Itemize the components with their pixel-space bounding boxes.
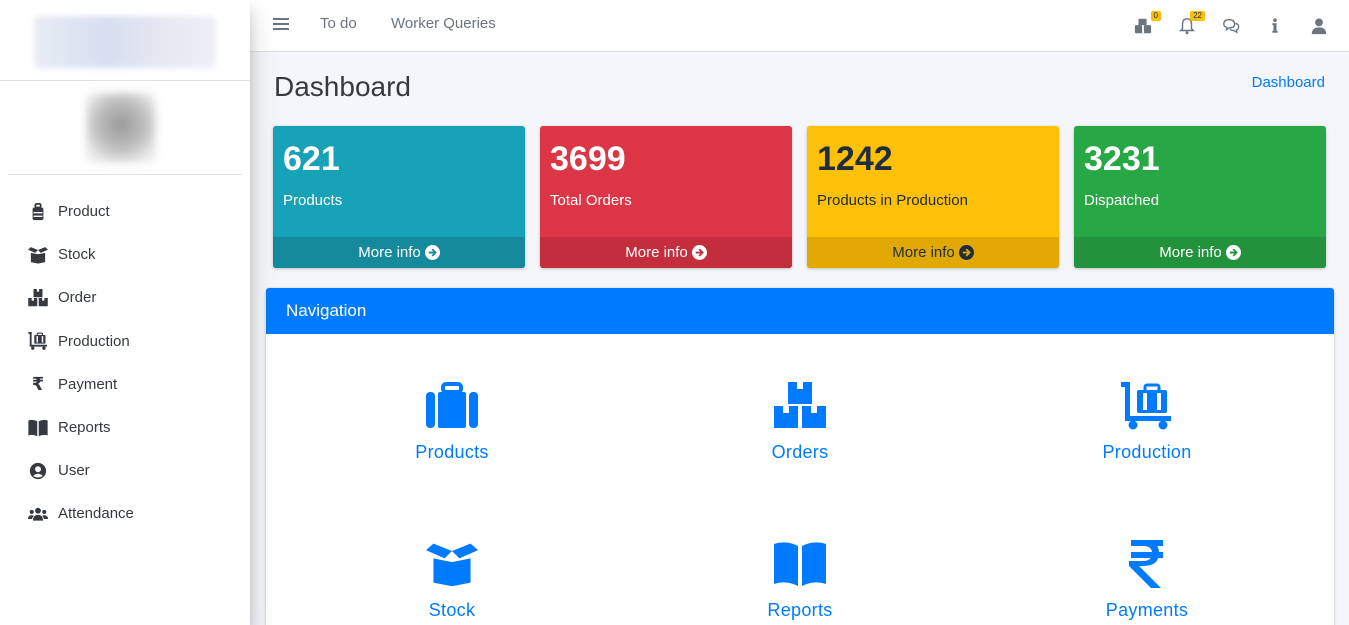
nav-tile-reports[interactable]: Reports <box>700 540 900 621</box>
book-open-icon <box>27 418 49 438</box>
sidebar-item-label: Order <box>58 289 97 307</box>
sidebar-item-reports[interactable]: Reports <box>0 406 250 449</box>
info-icon[interactable] <box>1265 16 1285 36</box>
stat-label: Total Orders <box>550 192 632 209</box>
user-profile-icon[interactable] <box>1309 16 1329 36</box>
user-panel <box>8 81 242 175</box>
navigation-card-title: Navigation <box>266 288 1334 334</box>
stat-card-products-in-production: 1242 Products in Production More info <box>807 126 1059 268</box>
boxes-notification-icon[interactable]: 0 <box>1133 11 1161 36</box>
dolly-flatbed-icon <box>1121 382 1173 430</box>
page-title: Dashboard <box>274 71 411 102</box>
sidebar-item-label: Reports <box>58 419 111 437</box>
sidebar-item-production[interactable]: Production <box>0 320 250 363</box>
main-content: Dashboard Dashboard 621 Products More in… <box>250 52 1349 625</box>
box-open-icon <box>27 245 49 265</box>
more-info-label: More info <box>358 244 421 261</box>
nav-tile-label: Payments <box>1105 600 1189 620</box>
nav-tile-production[interactable]: Production <box>1047 382 1247 463</box>
bell-icon[interactable]: 22 <box>1177 11 1205 36</box>
alerts-badge: 22 <box>1190 11 1205 21</box>
stat-card-dispatched: 3231 Dispatched More info <box>1074 126 1326 268</box>
more-info-link[interactable]: More info <box>540 237 792 268</box>
sidebar-item-stock[interactable]: Stock <box>0 233 250 276</box>
briefcase-icon <box>27 202 49 222</box>
arrow-circle-right-icon <box>959 245 974 260</box>
stat-value: 621 <box>283 140 340 178</box>
stat-label: Products <box>283 192 343 209</box>
nav-link-todo[interactable]: To do <box>320 15 357 32</box>
top-navbar: To do Worker Queries 0 22 <box>250 0 1349 52</box>
stat-card-total-orders: 3699 Total Orders More info <box>540 126 792 268</box>
sidebar-item-attendance[interactable]: Attendance <box>0 492 250 535</box>
stat-value: 1242 <box>817 140 893 178</box>
box-open-icon <box>426 540 478 588</box>
stat-value: 3231 <box>1084 140 1160 178</box>
rupee-icon: ₹ <box>31 374 45 395</box>
more-info-link[interactable]: More info <box>1074 237 1326 268</box>
more-info-label: More info <box>625 244 688 261</box>
stat-label: Dispatched <box>1084 192 1160 209</box>
arrow-circle-right-icon <box>425 245 440 260</box>
nav-tile-label: Production <box>1102 442 1192 462</box>
sidebar-item-label: Payment <box>58 375 118 393</box>
rupee-icon <box>1121 540 1173 588</box>
more-info-label: More info <box>892 244 955 261</box>
more-info-label: More info <box>1159 244 1222 261</box>
brand-logo[interactable] <box>0 0 250 81</box>
sidebar-item-label: User <box>58 462 90 480</box>
nav-tile-label: Orders <box>771 442 829 462</box>
nav-tile-label: Stock <box>428 600 476 620</box>
briefcase-icon <box>426 382 478 430</box>
users-icon <box>27 504 49 524</box>
sidebar: Product Stock Order Production ₹ Payment <box>0 0 250 625</box>
nav-link-worker-queries[interactable]: Worker Queries <box>391 15 496 32</box>
sidebar-item-user[interactable]: User <box>0 449 250 492</box>
sidebar-menu: Product Stock Order Production ₹ Payment <box>0 175 250 536</box>
sidebar-item-payment[interactable]: ₹ Payment <box>0 363 250 406</box>
more-info-link[interactable]: More info <box>273 237 525 268</box>
sidebar-item-label: Production <box>58 332 130 350</box>
user-circle-icon <box>27 461 49 481</box>
brand-logo-image <box>34 16 216 68</box>
boxes-icon <box>27 288 49 308</box>
sidebar-item-label: Stock <box>58 246 96 264</box>
sidebar-item-order[interactable]: Order <box>0 276 250 319</box>
nav-tile-stock[interactable]: Stock <box>352 540 552 621</box>
arrow-circle-right-icon <box>692 245 707 260</box>
notification-badge: 0 <box>1150 11 1161 21</box>
more-info-link[interactable]: More info <box>807 237 1059 268</box>
stat-value: 3699 <box>550 140 626 178</box>
arrow-circle-right-icon <box>1226 245 1241 260</box>
chat-icon[interactable] <box>1221 16 1241 36</box>
sidebar-item-label: Product <box>58 203 110 221</box>
menu-toggle-icon[interactable] <box>273 15 289 35</box>
nav-tile-payments[interactable]: Payments <box>1047 540 1247 621</box>
nav-tile-label: Products <box>415 442 489 462</box>
dolly-flatbed-icon <box>27 331 49 351</box>
breadcrumb[interactable]: Dashboard <box>1252 74 1325 91</box>
sidebar-item-label: Attendance <box>58 505 134 523</box>
avatar[interactable] <box>86 93 156 163</box>
nav-tile-orders[interactable]: Orders <box>700 382 900 463</box>
sidebar-item-product[interactable]: Product <box>0 190 250 233</box>
nav-tile-products[interactable]: Products <box>352 382 552 463</box>
navigation-card: Navigation Products Orders Production St… <box>266 288 1334 625</box>
stat-card-products: 621 Products More info <box>273 126 525 268</box>
nav-tile-label: Reports <box>767 600 833 620</box>
book-open-icon <box>774 540 826 588</box>
boxes-icon <box>774 382 826 430</box>
stat-label: Products in Production <box>817 192 968 209</box>
navbar-icons: 0 22 <box>1109 0 1329 52</box>
